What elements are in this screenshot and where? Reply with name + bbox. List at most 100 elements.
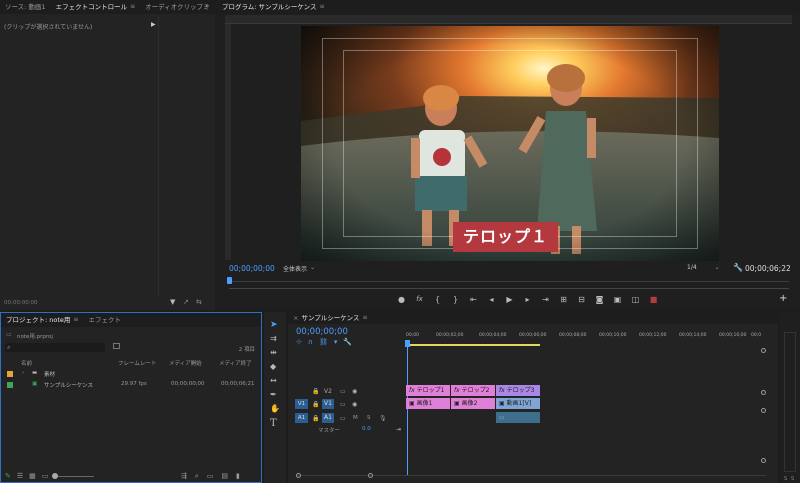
freeform-view-icon[interactable]: ▭ — [42, 472, 49, 480]
table-row[interactable]: › ▬ 素材 — [1, 370, 261, 380]
source-patch-a1[interactable]: A1 — [295, 413, 308, 423]
col-media-start[interactable]: メディア開始 — [169, 359, 202, 367]
extract-icon[interactable]: ⊟ — [575, 293, 588, 305]
top-panel-scroll-arrows[interactable]: » — [205, 2, 209, 10]
new-item-icon[interactable]: ▤ — [221, 472, 228, 481]
find-icon[interactable]: ⌕ — [195, 472, 199, 481]
panel-menu-icon[interactable]: ≡ — [130, 0, 135, 14]
pen-tool-icon[interactable]: ✒ — [270, 390, 277, 399]
program-scrub-bar[interactable] — [229, 277, 789, 282]
program-video-frame[interactable]: テロップ１ — [301, 26, 719, 261]
clip-telop-2[interactable]: fx テロップ2 — [451, 385, 495, 396]
close-icon[interactable]: × — [293, 312, 298, 324]
tab-effects[interactable]: エフェクト — [83, 313, 126, 327]
fit-select[interactable]: 全体表示 ⌄ — [283, 264, 315, 273]
new-bin-icon[interactable] — [113, 343, 120, 349]
step-forward-icon[interactable]: ▸ — [521, 293, 534, 305]
wrench-icon[interactable]: 🔧 — [343, 338, 352, 346]
label-color-swatch[interactable] — [7, 371, 13, 377]
timeline-hscroll-handle-left[interactable] — [296, 473, 301, 478]
timeline-vscroll-b[interactable] — [761, 458, 766, 463]
eye-icon[interactable]: ◉ — [352, 401, 357, 408]
sync-lock-icon[interactable]: ▭ — [340, 388, 346, 395]
work-area-bar[interactable] — [406, 344, 540, 346]
timeline-vscroll-top[interactable] — [761, 348, 766, 353]
zoom-slider[interactable] — [52, 472, 95, 479]
list-view-icon[interactable]: ☰ — [17, 472, 23, 480]
fx-icon[interactable]: fx — [413, 293, 426, 305]
lock-icon[interactable]: 🔒 — [312, 388, 319, 395]
snap-icon[interactable]: ∩ — [308, 338, 313, 346]
master-volume[interactable]: 0.0 — [362, 426, 371, 432]
solo-button[interactable]: S — [367, 415, 371, 421]
panel-menu-icon[interactable]: ≡ — [73, 313, 78, 327]
filter-icon[interactable]: ▼ — [170, 298, 175, 306]
clip-image-2[interactable]: ▣ 画像2 — [451, 398, 495, 409]
tab-program[interactable]: プログラム: サンプルシーケンス ≡ — [217, 0, 330, 14]
selection-tool-icon[interactable]: ➤ — [270, 320, 278, 330]
eye-icon[interactable]: ◉ — [352, 388, 357, 395]
clip-telop-3[interactable]: fx テロップ3 — [496, 385, 540, 396]
step-back-icon[interactable]: ◂ — [485, 293, 498, 305]
linked-selection-icon[interactable]: ⛓ — [319, 338, 328, 346]
mute-button[interactable]: M — [353, 415, 358, 421]
expand-arrow-icon[interactable]: ▶ — [151, 21, 156, 28]
tab-source[interactable]: ソース: 動画1 — [0, 0, 51, 14]
source-patch-v1[interactable]: V1 — [295, 399, 308, 409]
nest-icon[interactable]: ⊹ — [296, 338, 302, 346]
lock-icon[interactable]: 🔒 — [312, 415, 319, 422]
program-timecode[interactable]: 00;00;00;00 — [229, 264, 275, 273]
icon-view-icon[interactable]: ▦ — [29, 472, 36, 480]
ripple-edit-tool-icon[interactable]: ⇹ — [270, 348, 277, 357]
panel-menu-icon[interactable]: ≡ — [362, 312, 367, 324]
automate-icon[interactable]: ⇶ — [181, 472, 187, 481]
col-name[interactable]: 名前 — [21, 359, 32, 367]
pencil-icon[interactable]: ✎ — [5, 472, 11, 480]
export-icon[interactable]: ↗ — [183, 298, 189, 306]
timeline-timecode[interactable]: 00;00;00;00 — [296, 327, 348, 337]
col-media-end[interactable]: メディア終了 — [219, 359, 252, 367]
loop-icon[interactable]: ⇆ — [196, 298, 202, 306]
table-row[interactable]: ▣ サンプルシーケンス 29.97 fps 00;00;00;00 00;00;… — [1, 381, 261, 391]
track-name[interactable]: V1 — [322, 399, 334, 409]
panel-menu-icon[interactable]: ≡ — [320, 0, 325, 14]
timeline-ruler[interactable]: 00;00 00;00;02;00 00;00;04;00 00;00;06;0… — [406, 332, 766, 346]
clip-audio-1[interactable]: ▭ — [496, 412, 540, 423]
wrench-icon[interactable]: 🔧 — [733, 263, 743, 272]
camera-icon[interactable]: ◙ — [593, 293, 606, 305]
vr-icon[interactable]: ◫ — [629, 293, 642, 305]
tab-project[interactable]: プロジェクト: note用 ≡ — [1, 313, 83, 327]
timeline-hscroll[interactable] — [296, 475, 766, 479]
clip-image-1[interactable]: ▣ 画像1 — [406, 398, 450, 409]
timeline-vscroll-a[interactable] — [761, 408, 766, 413]
search-input[interactable]: ⌕ — [5, 343, 105, 352]
tab-audio-clip-mixer[interactable]: オーディオクリップミ — [140, 0, 214, 14]
razor-tool-icon[interactable]: ◆ — [270, 362, 276, 371]
tab-sequence[interactable]: × サンプルシーケンス ≡ — [288, 312, 372, 324]
go-to-in-icon[interactable]: ⇤ — [467, 293, 480, 305]
resolution-select[interactable]: 1/4 ⌄ — [687, 264, 720, 271]
zoom-slider-handle[interactable] — [52, 472, 59, 479]
lift-icon[interactable]: ⊞ — [557, 293, 570, 305]
sync-lock-icon[interactable]: ▭ — [340, 415, 346, 422]
hand-tool-icon[interactable]: ✋ — [270, 404, 280, 413]
mark-in-icon[interactable]: { — [431, 293, 444, 305]
label-color-swatch[interactable] — [7, 382, 13, 388]
trash-icon[interactable]: ▮ — [236, 472, 240, 481]
play-icon[interactable]: ▶ — [503, 293, 516, 305]
marker-icon[interactable]: ● — [395, 293, 408, 305]
track-name[interactable]: V2 — [322, 388, 334, 395]
timeline-hscroll-handle-right[interactable] — [368, 473, 373, 478]
col-framerate[interactable]: フレームレート — [118, 359, 156, 367]
microphone-icon[interactable]: 🎙 — [379, 415, 387, 422]
comparison-icon[interactable]: ▣ — [611, 293, 624, 305]
track-select-tool-icon[interactable]: ⇉ — [270, 334, 277, 343]
program-scroll[interactable] — [229, 288, 789, 291]
record-icon[interactable]: ■ — [647, 293, 660, 305]
track-name[interactable]: A1 — [322, 413, 334, 423]
program-playhead[interactable] — [227, 277, 232, 284]
new-bin-icon[interactable]: ▭ — [207, 472, 214, 481]
add-button-icon[interactable]: + — [779, 293, 787, 304]
go-to-end-icon[interactable]: ⇥ — [396, 426, 401, 433]
add-marker-icon[interactable]: ▾ — [334, 338, 338, 346]
